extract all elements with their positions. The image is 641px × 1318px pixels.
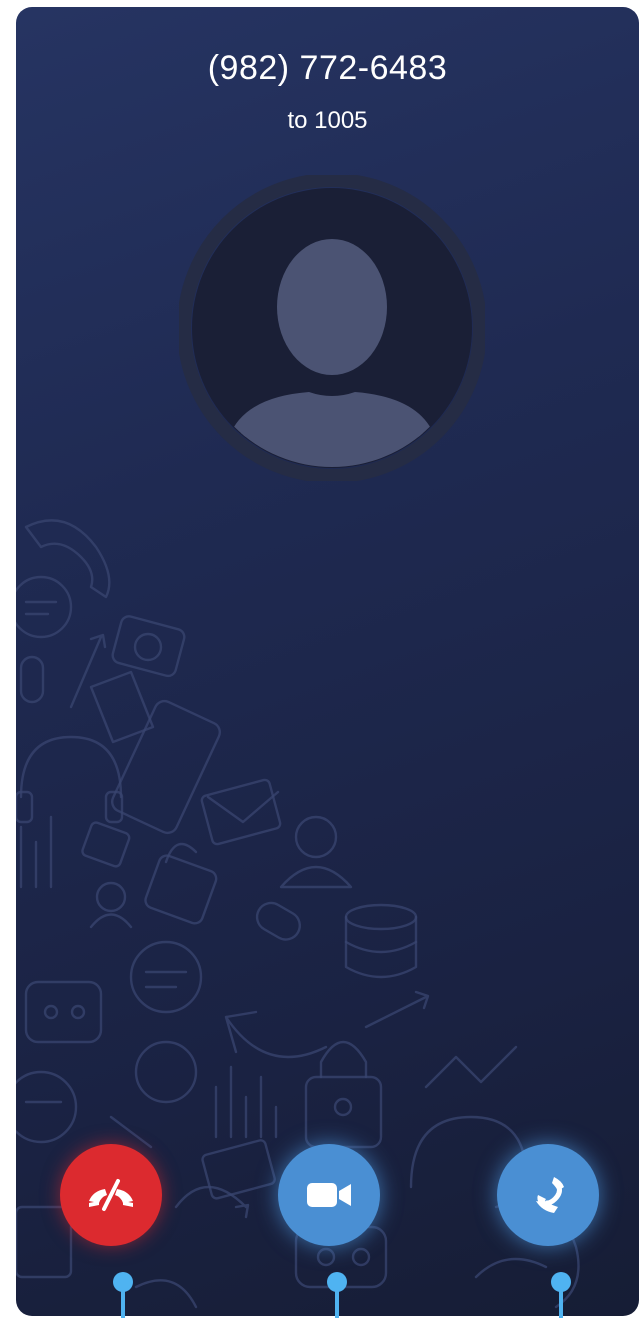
caller-number: (982) 772-6483	[207, 49, 448, 87]
video-call-button[interactable]	[278, 1144, 380, 1246]
doodle-headset-icon	[19, 735, 123, 799]
video-camera-icon	[307, 1183, 351, 1207]
doodle-chat-icon	[16, 575, 73, 639]
doodle-envelope-icon	[200, 778, 282, 846]
decline-call-button[interactable]	[60, 1144, 162, 1246]
video-pointer-marker	[325, 1268, 349, 1318]
doodle-database-icon	[344, 903, 418, 931]
doodle-handset-icon	[24, 519, 111, 599]
decline-pointer-marker	[111, 1268, 135, 1318]
doodle-chart-icon	[19, 815, 53, 889]
answer-call-button[interactable]	[497, 1144, 599, 1246]
answer-pointer-marker	[549, 1268, 573, 1318]
doodle-arrow-icon	[224, 1010, 328, 1059]
incoming-call-screen: (982) 772-6483 to 1005	[16, 7, 639, 1316]
call-destination: to 1005	[287, 107, 368, 134]
doodle-video-icon	[81, 821, 131, 868]
doodle-lock-icon	[144, 854, 218, 925]
doodle-user-icon	[294, 815, 338, 859]
hang-up-icon	[89, 1179, 133, 1211]
doodle-mic-icon	[19, 655, 45, 704]
doodle-camera-icon	[111, 615, 186, 678]
phone-icon	[536, 1177, 564, 1213]
caller-avatar	[179, 175, 485, 481]
